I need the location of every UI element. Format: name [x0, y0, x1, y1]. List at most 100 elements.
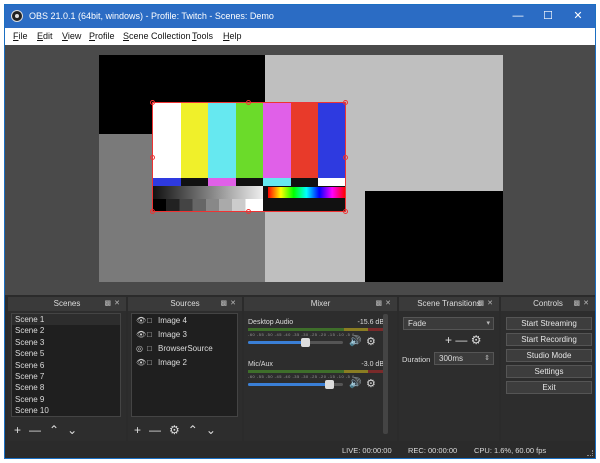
gear-icon[interactable]: ⚙ [366, 377, 376, 390]
controls-dock: Controls ▩✕ Start Streaming Start Recordi… [501, 297, 595, 441]
remove-icon[interactable]: — [149, 423, 161, 437]
source-item[interactable]: 👁□ Image 3 [132, 328, 237, 342]
lock-icon[interactable]: □ [147, 328, 158, 342]
transitions-dock: Scene Transitions ▩✕ Fade ▾ + — ⚙ Duration… [399, 297, 499, 441]
resize-handle-tr[interactable] [343, 100, 348, 105]
mixer-title: Mixer [310, 299, 331, 308]
resize-handle-l[interactable] [150, 155, 155, 160]
scene-item[interactable]: Scene 9 [12, 394, 120, 405]
eye-hidden-icon[interactable]: ◎ [136, 342, 147, 356]
resize-grip-icon[interactable] [587, 450, 593, 456]
dock-float-close-icon[interactable]: ▩✕ [478, 297, 496, 311]
speaker-icon[interactable]: 🔊 [349, 378, 361, 389]
close-icon[interactable]: ✕ [563, 5, 593, 28]
move-down-icon[interactable]: ⌄ [206, 423, 216, 437]
channel-name: Mic/Aux [248, 361, 273, 368]
eye-icon[interactable]: 👁 [136, 328, 147, 342]
source-item[interactable]: ◎ □ BrowserSource [132, 342, 237, 356]
resize-handle-tl[interactable] [150, 100, 155, 105]
studio-mode-button[interactable]: Studio Mode [506, 349, 592, 362]
obs-window: OBS 21.0.1 (64bit, windows) - Profile: T… [4, 4, 596, 459]
scene-item[interactable]: Scene 6 [12, 360, 120, 371]
resize-handle-bl[interactable] [150, 209, 155, 214]
sources-list[interactable]: 👁□ Image 4 👁□ Image 3 ◎ □ BrowserSource 👁□ Im… [131, 313, 238, 417]
start-recording-button[interactable]: Start Recording [506, 333, 592, 346]
black-block-2 [365, 191, 503, 282]
remove-icon[interactable]: — [29, 423, 41, 437]
volume-slider[interactable] [248, 338, 343, 347]
speaker-icon[interactable]: 🔊 [349, 336, 361, 347]
source-item[interactable]: 👁□ Image 4 [132, 314, 237, 328]
scenes-list[interactable]: Scene 1 Scene 2 Scene 3 Scene 5 Scene 6 … [11, 313, 121, 417]
dock-float-close-icon[interactable]: ▩✕ [574, 297, 592, 311]
menu-help[interactable]: Help [223, 31, 242, 41]
eye-icon[interactable]: 👁 [136, 356, 147, 370]
exit-button[interactable]: Exit [506, 381, 592, 394]
add-icon[interactable]: + [445, 333, 452, 347]
resize-handle-r[interactable] [343, 155, 348, 160]
dock-float-close-icon[interactable]: ▩✕ [105, 297, 123, 311]
menu-profile[interactable]: Profile [89, 31, 115, 41]
sources-toolbar: + — ⚙ ⌃ ⌄ [134, 423, 224, 437]
menu-tools[interactable]: Tools [192, 31, 213, 41]
menu-scene-collection[interactable]: Scene Collection [123, 31, 191, 41]
scene-item[interactable]: Scene 2 [12, 325, 120, 336]
move-down-icon[interactable]: ⌄ [67, 423, 77, 437]
start-streaming-button[interactable]: Start Streaming [506, 317, 592, 330]
lock-icon[interactable]: □ [147, 356, 158, 370]
lock-icon[interactable]: □ [147, 314, 158, 328]
scene-item[interactable]: Scene 10 [12, 405, 120, 416]
window-title: OBS 21.0.1 (64bit, windows) - Profile: T… [29, 11, 274, 21]
scene-item[interactable]: Scene 5 [12, 348, 120, 359]
channel-db: -3.0 dB [361, 361, 384, 368]
resize-handle-t[interactable] [246, 100, 251, 105]
source-item[interactable]: 👁□ Image 2 [132, 356, 237, 370]
status-bar: LIVE: 00:00:00 REC: 00:00:00 CPU: 1.6%, … [5, 442, 595, 458]
color-bars-source[interactable] [152, 102, 346, 212]
resize-handle-b[interactable] [246, 209, 251, 214]
scene-item[interactable]: Scene 3 [12, 337, 120, 348]
dock-float-close-icon[interactable]: ▩✕ [376, 297, 394, 311]
transition-toolbar: + — ⚙ [445, 333, 481, 347]
scenes-toolbar: + — ⌃ ⌄ [14, 423, 85, 437]
spin-arrows-icon[interactable]: ⇕ [484, 353, 490, 364]
gear-icon[interactable]: ⚙ [169, 423, 180, 437]
add-icon[interactable]: + [14, 423, 21, 437]
gear-icon[interactable]: ⚙ [471, 333, 482, 347]
duration-spinbox[interactable]: 300ms ⇕ [434, 352, 494, 365]
scenes-dock: Scenes ▩✕ Scene 1 Scene 2 Scene 3 Scene 5… [8, 297, 126, 441]
scene-item[interactable]: Scene 7 [12, 371, 120, 382]
eye-icon[interactable]: 👁 [136, 314, 147, 328]
resize-handle-br[interactable] [343, 209, 348, 214]
settings-button[interactable]: Settings [506, 365, 592, 378]
transition-select[interactable]: Fade ▾ [403, 317, 494, 330]
cpu-fps: CPU: 1.6%, 60.00 fps [474, 446, 547, 455]
menu-edit[interactable]: Edit [37, 31, 53, 41]
menu-view[interactable]: View [62, 31, 81, 41]
obs-logo-icon [11, 10, 23, 22]
rec-time: REC: 00:00:00 [408, 446, 458, 455]
duration-label: Duration [402, 355, 431, 364]
title-bar: OBS 21.0.1 (64bit, windows) - Profile: T… [5, 5, 595, 28]
scene-item[interactable]: Scene 1 [12, 314, 120, 326]
live-time: LIVE: 00:00:00 [342, 446, 392, 455]
menu-file[interactable]: File [13, 31, 28, 41]
level-meter [248, 328, 384, 331]
volume-slider[interactable] [248, 380, 343, 389]
channel-name: Desktop Audio [248, 319, 294, 326]
move-up-icon[interactable]: ⌃ [49, 423, 59, 437]
mixer-dock: Mixer ▩✕ Desktop Audio -15.6 dB -60 -55 -… [244, 297, 397, 441]
gear-icon[interactable]: ⚙ [366, 335, 376, 348]
menu-bar: File Edit View Profile Scene Collection … [5, 28, 595, 45]
add-icon[interactable]: + [134, 423, 141, 437]
maximize-icon[interactable]: ☐ [533, 5, 563, 28]
minimize-icon[interactable]: — [503, 5, 533, 28]
dock-float-close-icon[interactable]: ▩✕ [221, 297, 239, 311]
preview-canvas[interactable] [99, 55, 503, 282]
move-up-icon[interactable]: ⌃ [188, 423, 198, 437]
lock-icon[interactable]: □ [147, 342, 158, 356]
scene-item[interactable]: Scene 8 [12, 382, 120, 393]
preview-area[interactable] [5, 45, 595, 295]
mixer-scrollbar[interactable] [383, 314, 388, 434]
remove-icon[interactable]: — [455, 333, 467, 347]
